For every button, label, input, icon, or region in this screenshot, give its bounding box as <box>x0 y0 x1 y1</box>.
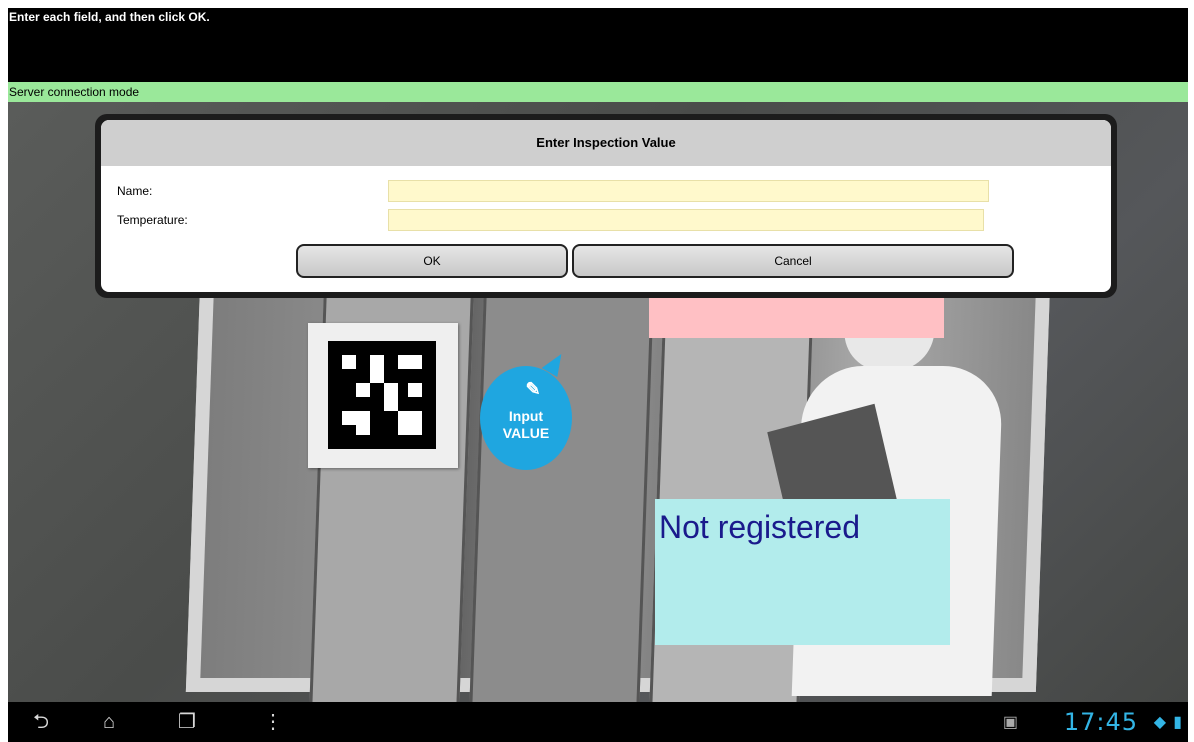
battery-icon: ▮ <box>1173 714 1182 731</box>
marker-cell <box>408 383 422 397</box>
menu-icon[interactable]: ⋮ <box>263 710 283 734</box>
marker-cell <box>342 355 356 369</box>
inspection-dialog: Enter Inspection Value Name: Temperature… <box>95 114 1117 298</box>
registration-status-box: Not registered <box>655 499 950 645</box>
marker-cell <box>356 383 370 397</box>
clock: 17:45 <box>1063 708 1138 736</box>
marker-highlight-box <box>649 298 944 338</box>
home-icon[interactable]: ⌂ <box>103 710 115 734</box>
screenshot-icon: ▣ <box>1002 714 1018 731</box>
tablet-screen: Enter each field, and then click OK. Ser… <box>8 8 1188 742</box>
value-label: VALUE <box>502 425 550 441</box>
marker-cell <box>370 355 384 383</box>
system-navigation-bar: ⮌ ⌂ ❐ ⋮ ▣ 17:45 ◆ ▮ <box>8 702 1188 742</box>
cancel-button[interactable]: Cancel <box>572 244 1014 278</box>
temperature-label: Temperature: <box>117 213 188 227</box>
ar-marker-card <box>308 323 458 468</box>
instruction-bar: Enter each field, and then click OK. <box>8 8 1188 82</box>
marker-cell <box>342 411 370 425</box>
mode-bar: Server connection mode <box>8 82 1188 102</box>
pencil-icon: ✎ <box>525 379 541 399</box>
dialog-title: Enter Inspection Value <box>101 120 1111 166</box>
name-row: Name: <box>101 180 1111 204</box>
input-value-button[interactable]: ✎ Input VALUE <box>480 366 572 470</box>
input-label: Input <box>508 408 544 424</box>
marker-cell <box>398 411 422 435</box>
status-text: Not registered <box>659 509 860 545</box>
marker-cell <box>384 383 398 411</box>
name-label: Name: <box>117 184 153 198</box>
marker-cell <box>398 355 422 369</box>
dialog-body: Enter Inspection Value Name: Temperature… <box>101 120 1111 292</box>
ok-button[interactable]: OK <box>296 244 568 278</box>
ar-marker <box>328 341 436 449</box>
mode-text: Server connection mode <box>9 85 140 99</box>
instruction-text: Enter each field, and then click OK. <box>9 10 210 24</box>
temperature-row: Temperature: <box>101 209 1111 233</box>
wifi-icon: ◆ <box>1153 714 1166 731</box>
back-icon[interactable]: ⮌ <box>33 710 49 734</box>
recent-apps-icon[interactable]: ❐ <box>178 710 196 734</box>
temperature-field[interactable] <box>388 209 984 231</box>
marker-cell <box>356 425 370 435</box>
name-field[interactable] <box>388 180 989 202</box>
